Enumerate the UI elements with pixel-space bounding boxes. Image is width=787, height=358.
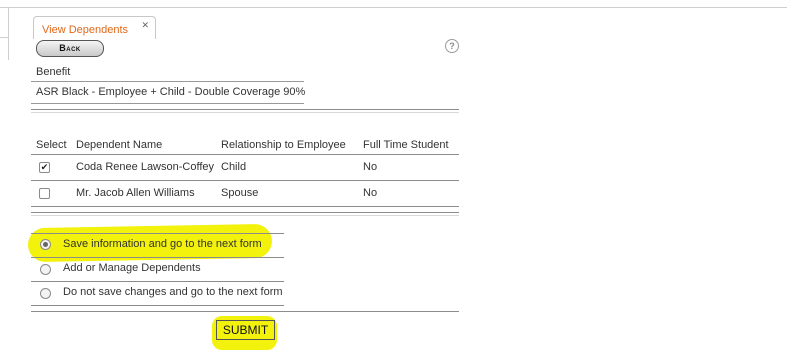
option-label[interactable]: Add or Manage Dependents <box>63 262 201 274</box>
radio-button[interactable] <box>40 264 51 275</box>
section-separator <box>31 311 459 312</box>
section-separator <box>31 212 459 216</box>
column-header-name: Dependent Name <box>76 139 163 151</box>
radio-selected-dot <box>43 242 48 247</box>
column-header-select: Select <box>36 139 67 151</box>
row-checkbox[interactable] <box>39 188 50 199</box>
tab-label: View Dependents <box>42 24 129 36</box>
divider <box>31 305 284 306</box>
help-icon[interactable]: ? <box>445 39 459 53</box>
benefit-label: Benefit <box>36 66 71 78</box>
divider <box>31 257 284 258</box>
radio-button[interactable] <box>40 239 51 250</box>
divider <box>31 103 304 104</box>
table-divider <box>31 180 459 181</box>
radio-button[interactable] <box>40 288 51 299</box>
relationship: Child <box>221 161 247 173</box>
submit-button[interactable]: SUBMIT <box>216 320 275 340</box>
table-divider <box>31 154 459 155</box>
full-time-student: No <box>363 161 378 173</box>
back-button[interactable]: Back <box>36 40 104 57</box>
divider <box>31 81 304 82</box>
close-icon[interactable]: ✕ <box>141 20 149 31</box>
check-icon: ✔ <box>40 162 49 172</box>
full-time-student: No <box>363 187 378 199</box>
row-checkbox[interactable]: ✔ <box>39 162 50 173</box>
dependent-name: Coda Renee Lawson-Coffey <box>76 161 214 173</box>
dependent-name: Mr. Jacob Allen Williams <box>76 187 195 199</box>
column-header-relationship: Relationship to Employee <box>221 139 346 151</box>
top-border <box>0 7 787 8</box>
option-label[interactable]: Do not save changes and go to the next f… <box>63 286 283 298</box>
divider <box>31 281 284 282</box>
tab-view-dependents[interactable]: View Dependents ✕ <box>33 16 156 39</box>
relationship: Spouse <box>221 187 259 199</box>
section-separator <box>31 109 459 113</box>
left-gutter <box>0 8 9 60</box>
column-header-student: Full Time Student <box>363 139 449 151</box>
benefit-value: ASR Black - Employee + Child - Double Co… <box>36 86 306 98</box>
option-label[interactable]: Save information and go to the next form <box>63 238 262 250</box>
divider <box>31 233 284 234</box>
table-divider <box>31 206 459 207</box>
gutter-divider <box>0 37 8 38</box>
